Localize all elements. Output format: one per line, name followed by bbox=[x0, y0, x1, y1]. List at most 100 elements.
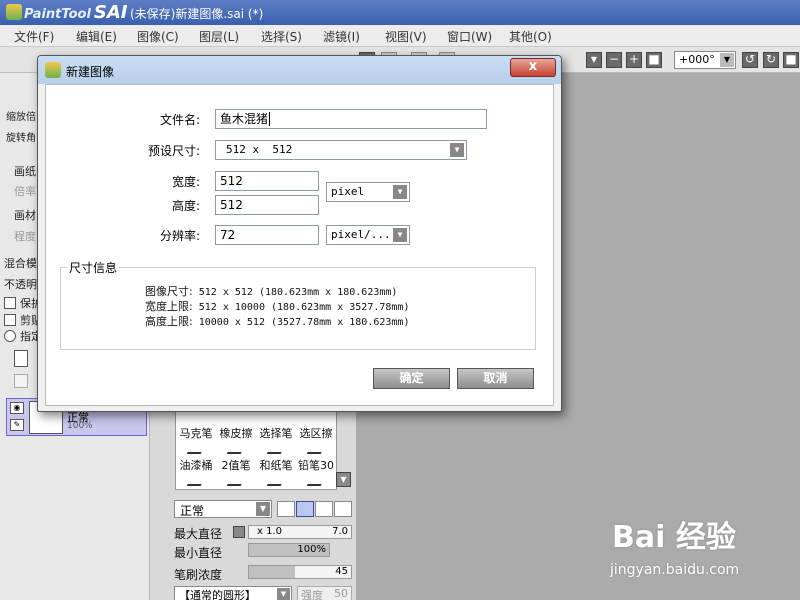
sai-logo-icon bbox=[45, 62, 61, 78]
preset-size-label: 预设尺寸: bbox=[147, 144, 200, 158]
brush-shape-sharp-icon[interactable] bbox=[277, 501, 295, 517]
binary-pen-icon bbox=[226, 474, 246, 486]
rotate-left-icon[interactable]: ↺ bbox=[742, 52, 758, 68]
menu-filter[interactable]: 滤镜(I) bbox=[323, 28, 360, 45]
min-diameter-slider[interactable]: 100% bbox=[248, 543, 330, 557]
info-height-limit: 高度上限: 10000 x 512 (3527.78mm x 180.623mm… bbox=[145, 315, 410, 328]
menu-image[interactable]: 图像(C) bbox=[137, 28, 179, 45]
paper-value[interactable]: 倍率 bbox=[14, 183, 36, 199]
chevron-down-icon: ▼ bbox=[720, 53, 734, 67]
new-image-dialog: 新建图像 x 文件名: 鱼木混猪 预设尺寸: 512 x 512 ▼ 宽度: 5… bbox=[37, 55, 562, 412]
zoom-in-icon[interactable]: + bbox=[626, 52, 642, 68]
tool-bucket[interactable]: 油漆桶 bbox=[177, 457, 215, 487]
menu-other[interactable]: 其他(O) bbox=[509, 28, 552, 45]
resolution-label: 分辨率: bbox=[159, 229, 200, 243]
brush-shape-soft-icon[interactable] bbox=[315, 501, 333, 517]
preset-size-value: 512 x 512 bbox=[226, 143, 293, 156]
resolution-input[interactable]: 72 bbox=[215, 225, 319, 245]
menu-layer[interactable]: 图层(L) bbox=[199, 28, 239, 45]
max-diameter-multiplier: x 1.0 bbox=[257, 526, 282, 537]
reset-zoom-icon[interactable]: ■ bbox=[646, 52, 662, 68]
brush-shape-select[interactable]: 【通常的圆形】 ▼ bbox=[174, 586, 292, 600]
cancel-button[interactable]: 取消 bbox=[457, 368, 534, 389]
rotation-angle-value: +000° bbox=[679, 53, 715, 66]
tool-scroll-down-icon[interactable]: ▼ bbox=[336, 472, 351, 487]
tool-binary-pen[interactable]: 2值笔 bbox=[217, 457, 255, 487]
dialog-title: 新建图像 bbox=[66, 65, 115, 79]
brush-blend-select[interactable]: 正常 ▼ bbox=[174, 500, 272, 518]
sai-logo-icon bbox=[6, 4, 22, 20]
zoom-out-icon[interactable]: − bbox=[606, 52, 622, 68]
new-layer-icon[interactable] bbox=[14, 350, 28, 367]
unit-value: pixel bbox=[331, 185, 365, 198]
zoom-dropdown-icon[interactable]: ▼ bbox=[586, 52, 602, 68]
new-folder-icon[interactable] bbox=[14, 374, 28, 388]
brush-strength-label: 强度 bbox=[301, 589, 323, 600]
resolution-unit-select[interactable]: pixel/... ▼ bbox=[326, 225, 410, 245]
info-image-size: 图像尺寸: 512 x 512 (180.623mm x 180.623mm) bbox=[145, 285, 398, 298]
close-button[interactable]: x bbox=[510, 58, 556, 77]
blend-mode-label: 混合模 bbox=[4, 257, 37, 270]
width-input[interactable]: 512 bbox=[215, 171, 319, 191]
height-label: 高度: bbox=[171, 199, 200, 213]
select-pen-icon bbox=[266, 442, 286, 454]
tool-select-pen[interactable]: 选择笔 bbox=[257, 425, 295, 455]
menu-select[interactable]: 选择(S) bbox=[261, 28, 302, 45]
chevron-down-icon: ▼ bbox=[256, 502, 270, 516]
pen-icon[interactable]: ✎ bbox=[10, 419, 24, 431]
preserve-opacity-checkbox[interactable] bbox=[4, 297, 16, 309]
brush-strength-value: 50 bbox=[334, 587, 348, 600]
max-diameter-value: 7.0 bbox=[332, 526, 348, 537]
resolution-unit-value: pixel/... bbox=[331, 228, 391, 241]
clipping-checkbox[interactable] bbox=[4, 314, 16, 326]
eye-icon[interactable]: ◉ bbox=[10, 402, 24, 414]
material-label: 画材 bbox=[14, 209, 36, 222]
tool-marker[interactable]: 马克笔 bbox=[177, 425, 215, 455]
brush-density-value: 45 bbox=[335, 566, 348, 577]
eraser-icon bbox=[226, 442, 246, 454]
brush-shape-flat-icon[interactable] bbox=[334, 501, 352, 517]
tool-pencil30[interactable]: 铅笔30 bbox=[297, 457, 335, 487]
filename-input[interactable]: 鱼木混猪 bbox=[215, 109, 487, 129]
menu-edit[interactable]: 编辑(E) bbox=[76, 28, 117, 45]
menu-bar: 文件(F) 编辑(E) 图像(C) 图层(L) 选择(S) 滤镜(I) 视图(V… bbox=[0, 25, 800, 47]
diameter-range-button[interactable] bbox=[233, 526, 245, 538]
brush-blend-value: 正常 bbox=[180, 504, 205, 518]
material-value[interactable]: 程度 bbox=[14, 228, 36, 244]
brush-strength-slider[interactable]: 强度 50 bbox=[297, 586, 352, 600]
layer-opacity: 100% bbox=[67, 421, 93, 431]
brush-shape-medium-icon[interactable] bbox=[296, 501, 314, 517]
selection-source-radio[interactable] bbox=[4, 330, 16, 342]
washi-pen-icon bbox=[266, 474, 286, 486]
unit-select[interactable]: pixel ▼ bbox=[326, 182, 410, 202]
tool-deselect-eraser[interactable]: 选区擦 bbox=[297, 425, 335, 455]
preset-size-select[interactable]: 512 x 512 ▼ bbox=[215, 140, 467, 160]
watermark-text: Bai 经验 bbox=[612, 520, 736, 555]
chevron-down-icon: ▼ bbox=[277, 588, 290, 600]
window-title: (未保存)新建图像.sai (*) bbox=[130, 7, 264, 21]
ok-button[interactable]: 确定 bbox=[373, 368, 450, 389]
menu-window[interactable]: 窗口(W) bbox=[447, 28, 492, 45]
max-diameter-slider[interactable]: x 1.0 7.0 bbox=[248, 525, 352, 539]
rotate-label: 旋转角 bbox=[6, 133, 36, 144]
brush-density-fill bbox=[249, 566, 295, 578]
opacity-label: 不透明 bbox=[4, 278, 37, 291]
chevron-down-icon: ▼ bbox=[393, 185, 407, 199]
tool-eraser[interactable]: 橡皮擦 bbox=[217, 425, 255, 455]
min-diameter-value: 100% bbox=[297, 544, 326, 555]
baidu-watermark: Bai 经验 jingyan.baidu.com bbox=[610, 512, 739, 578]
reset-rotation-icon[interactable]: ■ bbox=[783, 52, 799, 68]
zoom-label: 缩放倍 bbox=[6, 112, 36, 123]
brush-shape-value: 【通常的圆形】 bbox=[179, 589, 256, 600]
tool-washi-pen[interactable]: 和纸笔 bbox=[257, 457, 295, 487]
width-label: 宽度: bbox=[171, 175, 200, 189]
brush-density-label: 笔刷浓度 bbox=[174, 568, 223, 582]
height-input[interactable]: 512 bbox=[215, 195, 319, 215]
rotate-right-icon[interactable]: ↻ bbox=[763, 52, 779, 68]
brush-density-slider[interactable]: 45 bbox=[248, 565, 352, 579]
bucket-icon bbox=[186, 474, 206, 486]
menu-file[interactable]: 文件(F) bbox=[14, 28, 54, 45]
max-diameter-label: 最大直径 bbox=[174, 527, 223, 541]
menu-view[interactable]: 视图(V) bbox=[385, 28, 427, 45]
rotation-angle-select[interactable]: +000° ▼ bbox=[674, 51, 736, 69]
